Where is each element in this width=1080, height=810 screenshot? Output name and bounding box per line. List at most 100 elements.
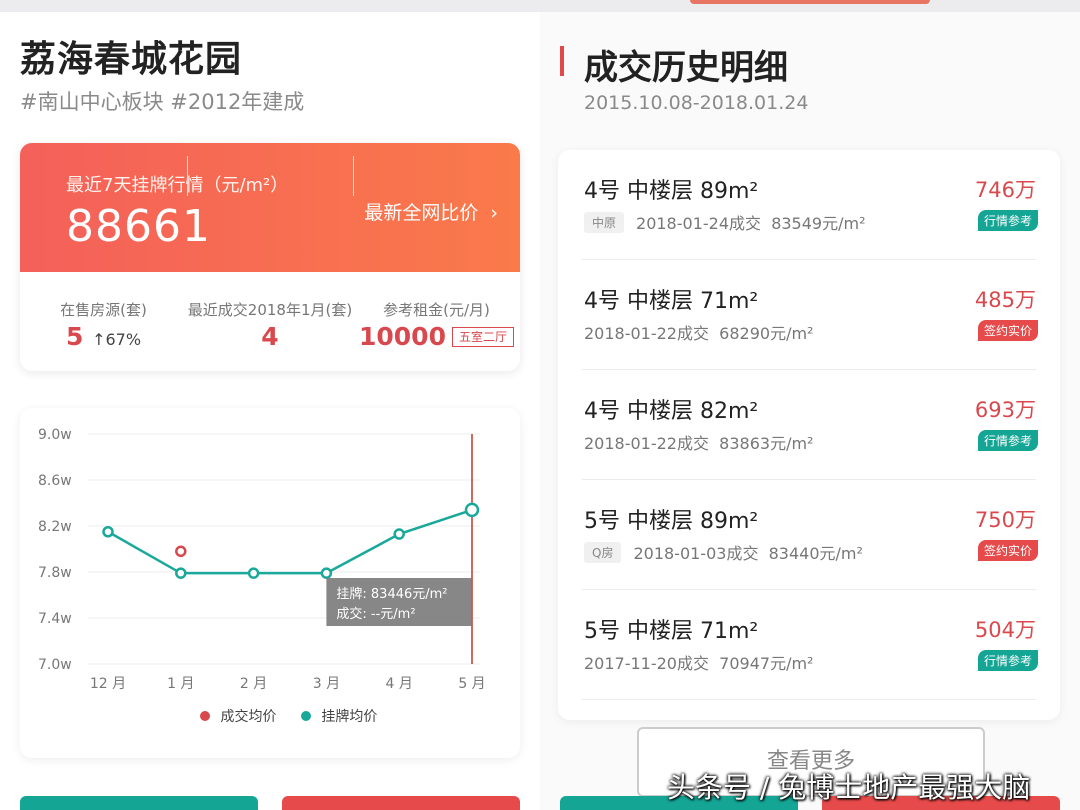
stat-value: 5 ↑67%	[20, 322, 187, 351]
deal-type-badge: 行情参考	[977, 430, 1038, 451]
stat-rent[interactable]: 参考租金(元/月) 10000 五室二厅	[353, 272, 520, 371]
deal-list: 4号 中楼层 89m² 中原 2018-01-24成交 83549元/m² 746万行…	[558, 150, 1060, 720]
deal-date: 2018-01-03成交	[633, 544, 759, 563]
bottom-action-button[interactable]	[282, 796, 520, 810]
stat-number: 10000	[359, 322, 446, 351]
deal-meta: 2018-01-22成交 68290元/m²	[584, 320, 813, 344]
deal-row[interactable]: 5号 中楼层 71m² 2017-11-20成交 70947元/m² 504万行情参…	[558, 590, 1060, 700]
history-title: 成交历史明细	[584, 48, 788, 88]
deal-date: 2018-01-22成交	[584, 324, 709, 343]
deal-unit-price: 68290元/m²	[719, 324, 814, 343]
deal-title: 4号 中楼层 71m²	[584, 289, 759, 314]
legend-label-deal: 成交均价	[220, 709, 277, 725]
deal-price: 504万	[974, 618, 1036, 642]
stat-recent-deals[interactable]: 最近成交2018年1月(套) 4	[187, 272, 353, 371]
listing-banner: 最近7天挂牌行情（元/m²） 88661 最新全网比价 ›	[20, 143, 520, 272]
deal-meta: 中原 2018-01-24成交 83549元/m²	[584, 210, 865, 234]
top-strip	[0, 0, 540, 12]
deal-meta: 2017-11-20成交 70947元/m²	[584, 650, 813, 674]
deal-price: 485万	[974, 288, 1036, 312]
tooltip-line: 成交: --元/m²	[336, 606, 415, 622]
compare-price-link[interactable]: 最新全网比价 ›	[364, 198, 498, 225]
stat-value: 4	[261, 322, 279, 351]
estate-overview-panel: 荔海春城花园 #南山中心板块 #2012年建成 最近7天挂牌行情（元/m²） 8…	[0, 0, 540, 810]
y-tick-label: 7.0w	[38, 657, 72, 673]
listing-price-point	[464, 502, 480, 518]
stat-number: 5	[65, 322, 84, 351]
deal-row[interactable]: 5号 中楼层 89m² Q房 2018-01-03成交 83440元/m² 750万签…	[558, 480, 1060, 590]
deal-row[interactable]: 4号 中楼层 82m² 2018-01-22成交 83863元/m² 693万行情参…	[558, 370, 1060, 480]
deal-unit-price: 83440元/m²	[768, 544, 863, 563]
deal-title: 5号 中楼层 89m²	[584, 509, 759, 534]
history-date-range: 2015.10.08-2018.01.24	[584, 92, 809, 114]
listing-price-point	[320, 567, 333, 579]
deal-source-badge: Q房	[584, 542, 622, 563]
listing-avg-legend-dot	[300, 711, 311, 721]
y-tick-label: 7.8w	[38, 565, 72, 581]
y-tick-label: 9.0w	[38, 427, 72, 443]
deal-avg-legend-dot	[200, 711, 210, 721]
y-tick-label: 8.6w	[38, 473, 72, 489]
estate-name: 荔海春城花园	[20, 39, 243, 80]
room-type-badge: 五室二厅	[451, 327, 514, 347]
x-tick-label: 4 月	[386, 676, 413, 692]
deal-title: 4号 中楼层 82m²	[584, 399, 759, 424]
stat-for-sale[interactable]: 在售房源(套) 5 ↑67%	[20, 272, 187, 371]
deal-price: 693万	[974, 398, 1036, 422]
deal-price-point	[175, 545, 187, 558]
deal-type-badge: 行情参考	[977, 210, 1038, 231]
watermark: 头条号 / 兔博士地产最强大脑	[667, 771, 1031, 804]
listing-price-line	[107, 508, 473, 575]
x-tick-label: 5 月	[458, 676, 485, 692]
deal-date: 2017-11-20成交	[584, 654, 709, 673]
deal-date: 2018-01-24成交	[636, 214, 762, 233]
listing-price-point	[102, 526, 114, 538]
deal-type-badge: 行情参考	[977, 650, 1038, 671]
deal-date: 2018-01-22成交	[584, 434, 709, 453]
price-trend-chart[interactable]: 9.0w 8.6w 8.2w 7.8w 7.4w 7.0w 12 月 1 月 2 月 3 月 4 月…	[20, 408, 520, 698]
chevron-right-icon: ›	[490, 202, 498, 224]
deal-title: 5号 中楼层 71m²	[584, 619, 759, 644]
deal-unit-price: 83549元/m²	[771, 214, 866, 233]
deal-row[interactable]: 4号 中楼层 89m² 中原 2018-01-24成交 83549元/m² 746万行…	[558, 150, 1060, 260]
chart-legend: 成交均价 挂牌均价	[200, 706, 383, 726]
bottom-action-button[interactable]	[20, 796, 258, 810]
stat-change: ↑67%	[92, 330, 142, 349]
deal-unit-price: 70947元/m²	[719, 654, 814, 673]
stat-label: 参考租金(元/月)	[383, 301, 490, 319]
section-marker	[560, 46, 564, 76]
y-tick-label: 7.4w	[38, 611, 72, 627]
price-chart-card: 9.0w 8.6w 8.2w 7.8w 7.4w 7.0w 12 月 1 月 2 月 3 月 4 月…	[20, 408, 520, 758]
listing-card: 最近7天挂牌行情（元/m²） 88661 最新全网比价 › 在售房源(套) 5 ↑…	[20, 143, 520, 371]
stat-label: 在售房源(套)	[60, 301, 147, 319]
listing-label: 最近7天挂牌行情（元/m²）	[66, 175, 289, 196]
listing-price-point	[175, 567, 187, 579]
tooltip-line: 挂牌: 83446元/m²	[336, 586, 447, 602]
deal-unit-price: 83863元/m²	[719, 434, 814, 453]
top-strip	[540, 0, 1080, 12]
deal-row[interactable]: 4号 中楼层 71m² 2018-01-22成交 68290元/m² 485万签约实…	[558, 260, 1060, 370]
y-tick-label: 8.2w	[38, 519, 72, 535]
x-tick-label: 3 月	[313, 676, 340, 692]
divider	[187, 156, 188, 196]
deal-price: 746万	[974, 178, 1036, 202]
deal-source-badge: 中原	[584, 212, 625, 233]
deal-type-badge: 签约实价	[977, 320, 1038, 341]
listing-price: 88661	[66, 201, 211, 252]
deal-meta: Q房 2018-01-03成交 83440元/m²	[584, 540, 863, 564]
deal-meta: 2018-01-22成交 83863元/m²	[584, 430, 813, 454]
top-button-edge	[690, 0, 930, 4]
stats-row: 在售房源(套) 5 ↑67% 最近成交2018年1月(套) 4 参考租金(元/月…	[20, 272, 520, 371]
app-screen: 荔海春城花园 #南山中心板块 #2012年建成 最近7天挂牌行情（元/m²） 8…	[0, 0, 1080, 810]
divider	[582, 699, 1036, 700]
deal-title: 4号 中楼层 89m²	[584, 179, 759, 204]
x-tick-label: 12 月	[90, 676, 126, 692]
stat-value: 10000 五室二厅	[353, 322, 520, 351]
listing-price-point	[247, 567, 260, 579]
stat-label: 最近成交2018年1月(套)	[187, 301, 353, 319]
deal-type-badge: 签约实价	[977, 540, 1038, 561]
x-tick-label: 1 月	[167, 676, 194, 692]
legend-label-listing: 挂牌均价	[321, 709, 378, 725]
estate-tags: #南山中心板块 #2012年建成	[20, 90, 305, 114]
x-tick-label: 2 月	[240, 676, 267, 692]
